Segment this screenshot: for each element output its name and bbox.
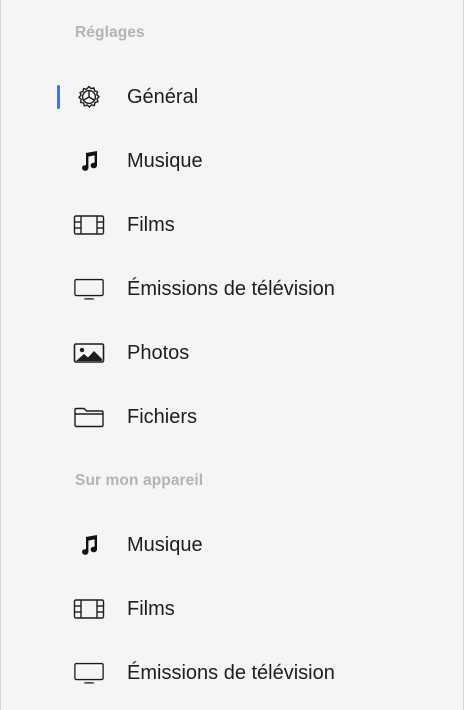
- sidebar-item-label: Films: [127, 213, 175, 236]
- sidebar: Réglages Général Musique Films Émissions…: [0, 0, 464, 710]
- film-icon: [73, 597, 105, 621]
- section-header-sur-mon-appareil: Sur mon appareil: [75, 472, 204, 489]
- folder-icon: [73, 405, 105, 429]
- sidebar-item-label: Émissions de télévision: [127, 277, 335, 300]
- sidebar-item-photos[interactable]: Photos: [1, 329, 463, 377]
- sidebar-item-device-musique[interactable]: Musique: [1, 521, 463, 569]
- tv-icon: [73, 661, 105, 685]
- sidebar-item-musique[interactable]: Musique: [1, 137, 463, 185]
- sidebar-item-label: Musique: [127, 533, 203, 556]
- sidebar-item-device-emissions-de-television[interactable]: Émissions de télévision: [1, 649, 463, 697]
- sidebar-item-label: Photos: [127, 341, 190, 364]
- sidebar-item-label: Fichiers: [127, 405, 198, 428]
- gear-icon: [73, 85, 105, 109]
- film-icon: [73, 213, 105, 237]
- sidebar-item-fichiers[interactable]: Fichiers: [1, 393, 463, 441]
- sidebar-item-general[interactable]: Général: [1, 73, 463, 121]
- sidebar-item-label: Émissions de télévision: [127, 661, 335, 684]
- sidebar-item-label: Général: [127, 85, 199, 108]
- sidebar-item-label: Musique: [127, 149, 203, 172]
- sidebar-item-emissions-de-television[interactable]: Émissions de télévision: [1, 265, 463, 313]
- photo-icon: [73, 341, 105, 365]
- tv-icon: [73, 277, 105, 301]
- music-note-icon: [73, 149, 105, 173]
- music-note-icon: [73, 533, 105, 557]
- selection-indicator: [57, 85, 60, 109]
- section-header-reglages: Réglages: [75, 24, 145, 41]
- sidebar-item-device-films[interactable]: Films: [1, 585, 463, 633]
- sidebar-item-films[interactable]: Films: [1, 201, 463, 249]
- sidebar-item-label: Films: [127, 597, 175, 620]
